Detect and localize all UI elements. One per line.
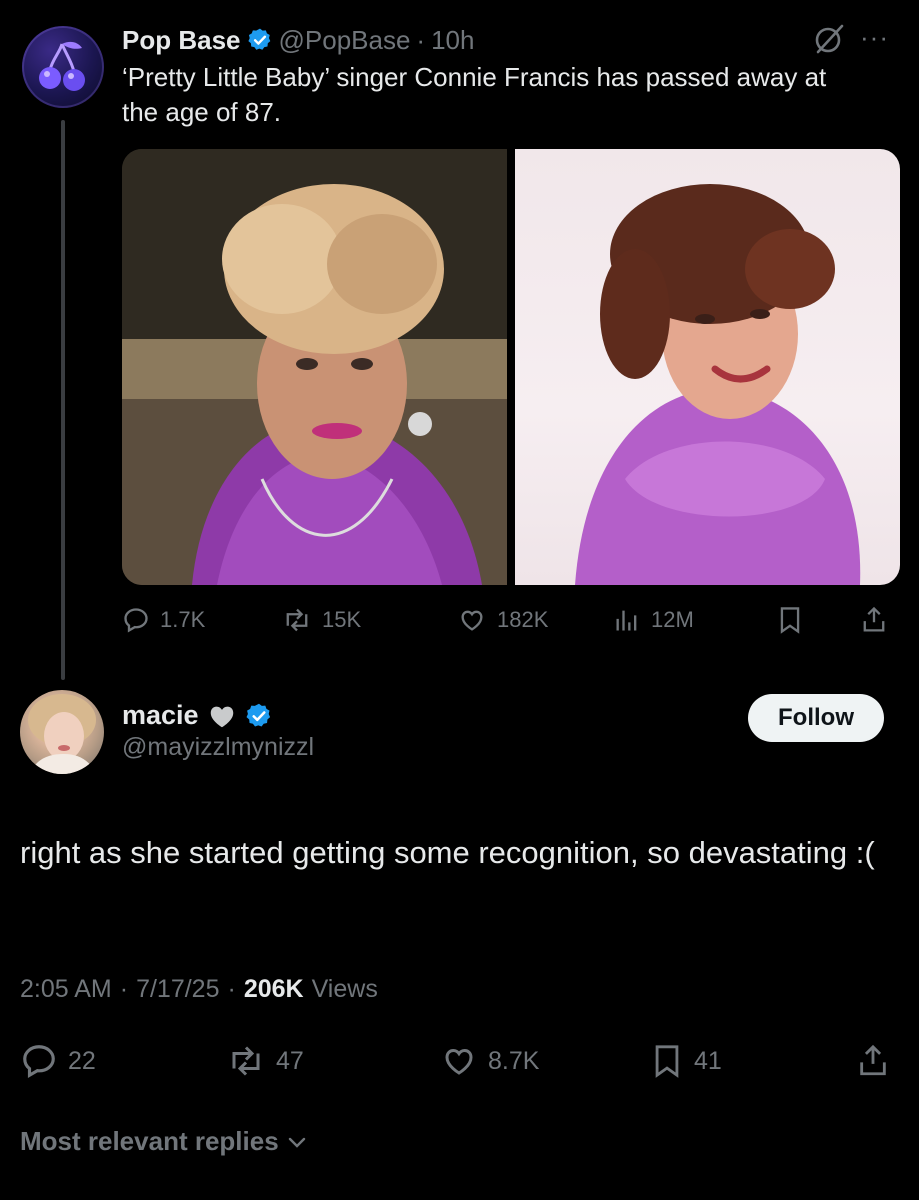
photo-older-woman[interactable] bbox=[122, 149, 507, 585]
popbase-bookmark-button[interactable] bbox=[776, 605, 860, 635]
macie-handle[interactable]: @mayizzlmynizzl bbox=[122, 733, 314, 762]
bookmark-count: 41 bbox=[694, 1046, 722, 1075]
popbase-reply-stat[interactable]: 1.7K bbox=[122, 606, 282, 634]
bookmark-button[interactable]: 41 bbox=[650, 1041, 856, 1081]
macie-avatar[interactable] bbox=[20, 690, 104, 774]
sort-replies-label: Most relevant replies bbox=[20, 1126, 279, 1156]
macie-name-row: macie bbox=[122, 700, 273, 731]
repost-icon bbox=[232, 1046, 260, 1076]
popbase-reply-count: 1.7K bbox=[160, 607, 206, 632]
cherry-logo-icon bbox=[39, 41, 85, 91]
popbase-like-stat[interactable]: 182K bbox=[457, 606, 613, 634]
views-count[interactable]: 206K bbox=[244, 975, 304, 1004]
heart-icon bbox=[445, 1048, 473, 1075]
share-icon bbox=[863, 606, 885, 632]
tweet-time[interactable]: 2:05 AM bbox=[20, 975, 112, 1004]
reply-icon bbox=[23, 1045, 55, 1078]
popbase-repost-count: 15K bbox=[322, 607, 362, 632]
repost-icon bbox=[286, 608, 308, 632]
reply-count: 22 bbox=[68, 1046, 96, 1075]
reply-icon bbox=[124, 608, 148, 633]
follow-button[interactable]: Follow bbox=[748, 694, 884, 742]
popbase-share-button[interactable] bbox=[860, 605, 888, 635]
header-separator: · bbox=[416, 24, 426, 55]
popbase-like-count: 182K bbox=[497, 607, 549, 632]
white-heart-icon bbox=[210, 706, 233, 727]
reply-button[interactable]: 22 bbox=[20, 1042, 226, 1080]
views-label: Views bbox=[311, 975, 378, 1003]
popbase-repost-stat[interactable]: 15K bbox=[282, 606, 457, 634]
popbase-header: Pop Base @PopBase · 10h bbox=[122, 20, 474, 60]
thread-line bbox=[61, 120, 65, 680]
popbase-name[interactable]: Pop Base bbox=[122, 25, 241, 56]
popbase-time[interactable]: 10h bbox=[431, 25, 474, 56]
more-options-button[interactable]: ··· bbox=[860, 22, 889, 53]
like-button[interactable]: 8.7K bbox=[440, 1043, 650, 1079]
repost-button[interactable]: 47 bbox=[226, 1043, 440, 1079]
share-icon bbox=[860, 1044, 886, 1076]
grok-icon[interactable] bbox=[812, 22, 846, 56]
bookmark-icon bbox=[780, 607, 800, 634]
popbase-views-count: 12M bbox=[651, 607, 694, 632]
popbase-views-stat[interactable]: 12M bbox=[613, 606, 776, 634]
meta-separator: · bbox=[227, 975, 236, 1003]
verified-badge-icon bbox=[246, 703, 270, 726]
chevron-down-icon bbox=[288, 1137, 305, 1148]
tweet-media[interactable] bbox=[122, 149, 900, 585]
reply-tweet-text: right as she started getting some recogn… bbox=[20, 835, 875, 870]
sort-replies-dropdown[interactable]: Most relevant replies bbox=[20, 1126, 309, 1157]
popbase-stats-row: 1.7K 15K 182K 12M bbox=[122, 600, 900, 640]
reply-actions-row: 22 47 8.7K 41 bbox=[20, 1038, 900, 1084]
meta-separator: · bbox=[119, 975, 129, 1003]
repost-count: 47 bbox=[276, 1046, 304, 1075]
popbase-tweet-text: ‘Pretty Little Baby’ singer Connie Franc… bbox=[122, 62, 827, 127]
like-count: 8.7K bbox=[488, 1046, 540, 1075]
views-chart-icon bbox=[616, 610, 637, 631]
verified-badge-icon bbox=[247, 28, 270, 50]
tweet-meta: 2:05 AM · 7/17/25 · 206K Views bbox=[20, 975, 378, 1004]
macie-name[interactable]: macie bbox=[122, 700, 199, 731]
popbase-avatar[interactable] bbox=[22, 26, 104, 108]
popbase-handle[interactable]: @PopBase bbox=[279, 25, 411, 56]
tweet-date[interactable]: 7/17/25 bbox=[136, 975, 219, 1004]
bookmark-icon bbox=[655, 1045, 679, 1078]
share-button[interactable] bbox=[856, 1042, 890, 1080]
photo-young-woman[interactable] bbox=[515, 149, 900, 585]
heart-icon bbox=[461, 610, 483, 631]
